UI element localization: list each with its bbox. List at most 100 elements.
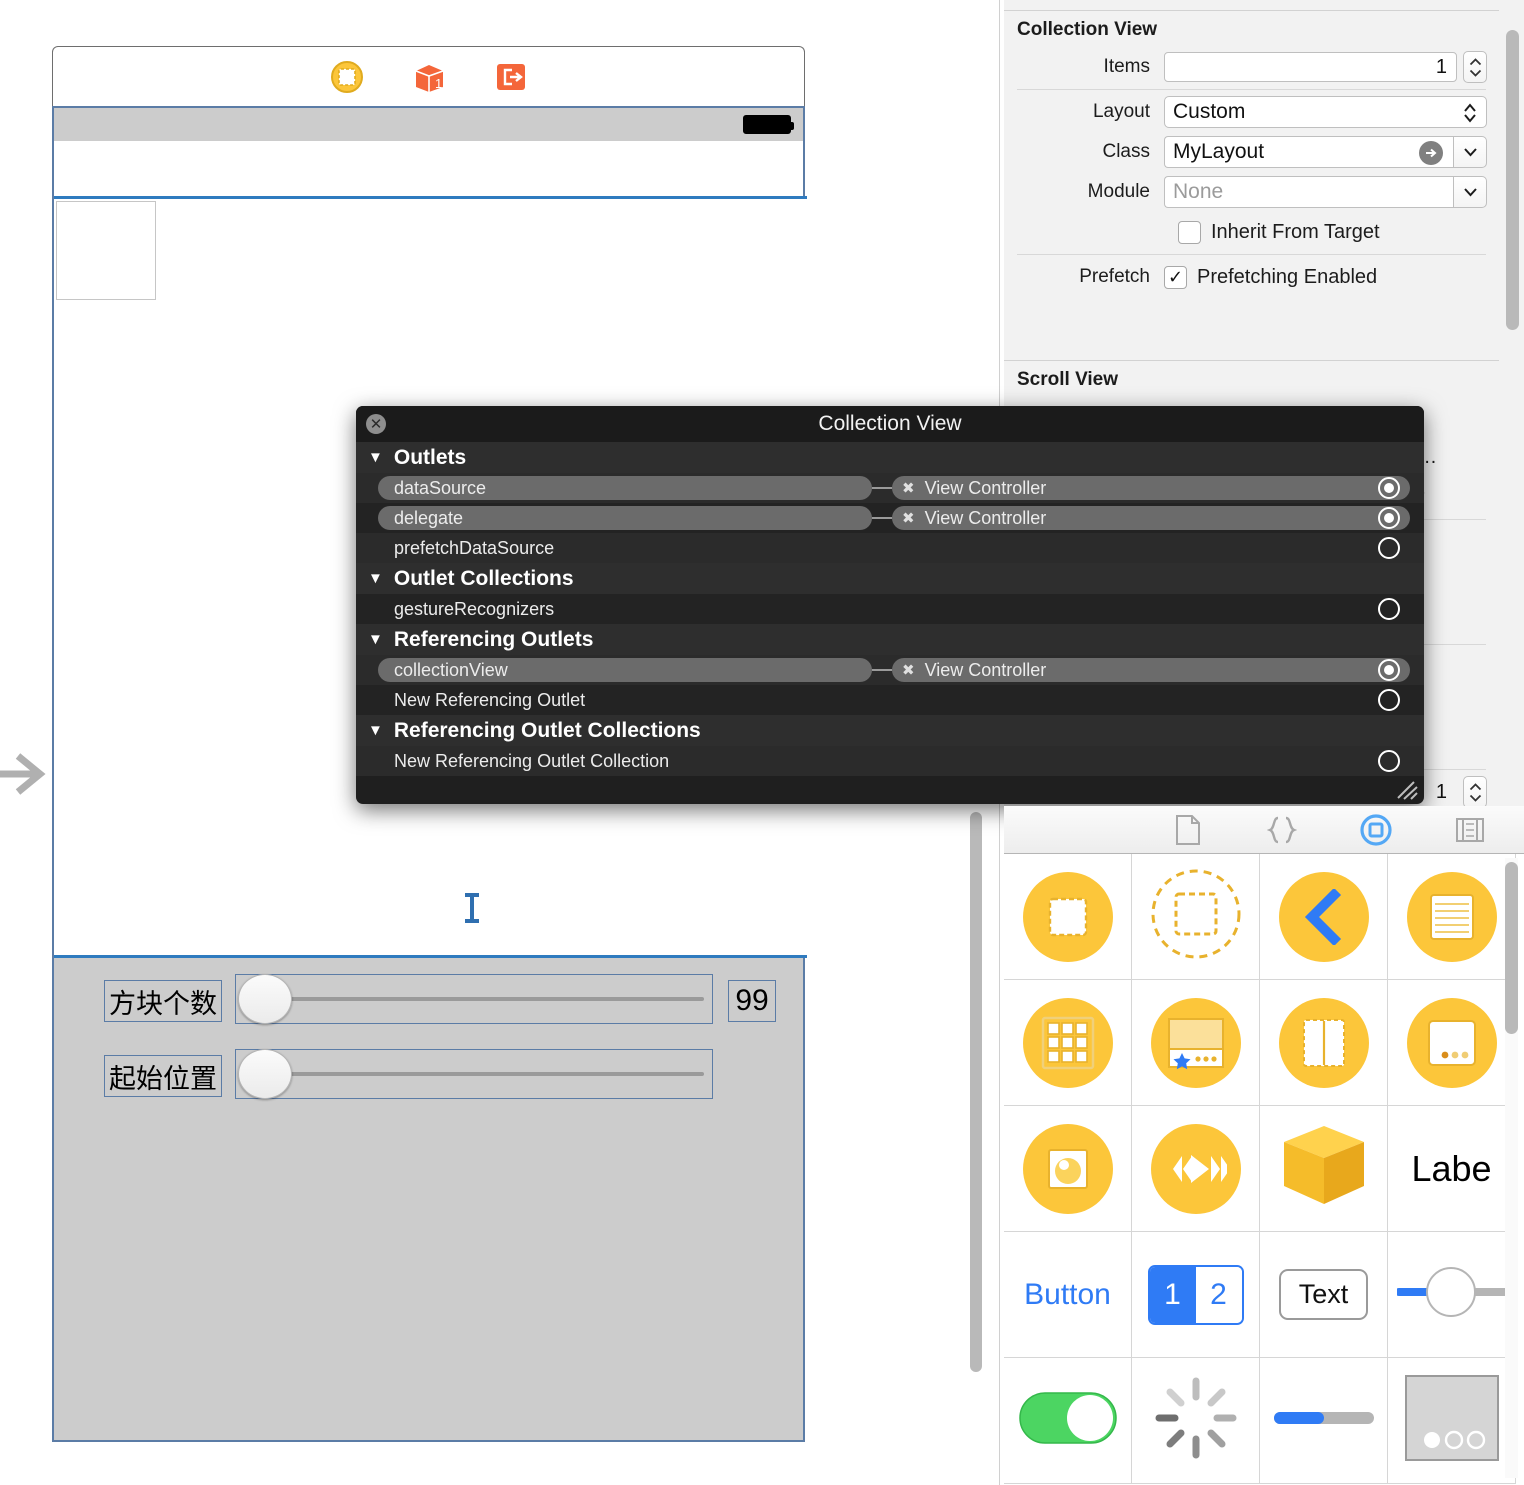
library-item[interactable] — [1388, 854, 1516, 980]
hud-row-collectionview[interactable]: collectionView ✖ View Controller — [356, 655, 1424, 685]
layout-row[interactable]: Layout Custom — [1004, 92, 1499, 132]
switch-icon[interactable] — [1018, 1389, 1118, 1452]
code-snippet-library-icon[interactable] — [1265, 813, 1299, 847]
disclosure-triangle-icon[interactable]: ▼ — [368, 631, 383, 648]
hud-title-bar[interactable]: ✕ Collection View — [356, 406, 1424, 442]
library-item[interactable] — [1132, 1106, 1260, 1232]
library-item[interactable] — [1260, 1358, 1388, 1484]
class-row[interactable]: Class MyLayout — [1004, 132, 1499, 172]
library-item[interactable] — [1132, 854, 1260, 980]
segment-2[interactable]: 2 — [1195, 1266, 1242, 1323]
layout-popup[interactable]: Custom — [1164, 96, 1487, 128]
inspector-scroll-thumb[interactable] — [1506, 30, 1519, 330]
table-view-icon[interactable] — [1406, 871, 1497, 962]
library-item[interactable]: Text — [1260, 1232, 1388, 1358]
connection-socket[interactable] — [1378, 750, 1400, 772]
class-input[interactable]: MyLayout — [1164, 136, 1453, 168]
outlet-name[interactable]: prefetchDataSource — [356, 536, 884, 560]
exit-icon[interactable] — [493, 59, 529, 95]
first-responder-icon[interactable]: 1 — [411, 59, 447, 95]
chevron-up-icon[interactable] — [1469, 57, 1482, 66]
collection-view-cell[interactable] — [56, 201, 156, 300]
class-dropdown-button[interactable] — [1453, 136, 1487, 168]
library-tab-bar[interactable] — [1004, 806, 1524, 854]
items-input[interactable]: 1 — [1164, 52, 1457, 82]
segmented-control-icon[interactable]: 1 2 — [1147, 1264, 1244, 1325]
inherit-row[interactable]: Inherit From Target — [1004, 212, 1499, 252]
prefetch-checkbox[interactable]: ✓ — [1164, 265, 1187, 289]
disconnect-icon[interactable]: ✖ — [902, 479, 915, 497]
disconnect-icon[interactable]: ✖ — [902, 661, 915, 679]
module-input[interactable]: None — [1164, 176, 1453, 208]
text-field-icon[interactable]: Text — [1278, 1269, 1369, 1320]
collection-view-icon[interactable] — [1022, 997, 1113, 1088]
prefetch-row[interactable]: Prefetch ✓ Prefetching Enabled — [1004, 257, 1499, 297]
canvas-vertical-scrollbar[interactable] — [970, 812, 982, 1372]
label-start-position[interactable]: 起始位置 — [104, 1055, 222, 1097]
library-item[interactable] — [1260, 980, 1388, 1106]
object-library[interactable]: Labe Button 1 2 Text — [1004, 806, 1524, 1485]
label-block-count[interactable]: 方块个数 — [104, 980, 222, 1022]
jump-to-definition-icon[interactable] — [1419, 141, 1443, 165]
disclosure-triangle-icon[interactable]: ▼ — [368, 570, 383, 587]
page-control-icon[interactable] — [1404, 1374, 1500, 1467]
disclosure-triangle-icon[interactable]: ▼ — [368, 449, 383, 466]
view-controller-icon[interactable] — [329, 59, 365, 95]
library-item[interactable] — [1260, 1106, 1388, 1232]
library-item[interactable] — [1004, 980, 1132, 1106]
segment-1[interactable]: 1 — [1149, 1266, 1196, 1323]
library-item[interactable] — [1004, 1358, 1132, 1484]
label-icon[interactable]: Labe — [1411, 1148, 1491, 1190]
library-item[interactable]: Labe — [1388, 1106, 1516, 1232]
chevron-down-icon[interactable] — [1463, 147, 1478, 157]
slider-icon[interactable] — [1394, 1262, 1509, 1327]
object-cube-icon[interactable] — [1276, 1120, 1372, 1217]
connected-object[interactable]: ✖ View Controller — [892, 476, 1410, 500]
slider-block-count[interactable] — [235, 974, 713, 1024]
module-dropdown-button[interactable] — [1453, 176, 1487, 208]
outlet-name[interactable]: delegate — [378, 506, 872, 530]
controls-container[interactable]: 方块个数 99 起始位置 — [54, 958, 803, 1440]
module-row[interactable]: Module None — [1004, 172, 1499, 212]
hud-row-new-referencing-outlet[interactable]: New Referencing Outlet — [356, 685, 1424, 715]
connection-socket[interactable] — [1378, 507, 1400, 529]
progress-view-icon[interactable] — [1273, 1408, 1374, 1433]
hud-group-outlet-collections[interactable]: ▼ Outlet Collections — [356, 563, 1424, 594]
image-view-icon[interactable] — [1022, 1123, 1113, 1214]
inherit-checkbox[interactable] — [1178, 220, 1201, 244]
hud-row-gesturerecognizers[interactable]: gestureRecognizers — [356, 594, 1424, 624]
connection-socket[interactable] — [1378, 689, 1400, 711]
button-icon[interactable]: Button — [1024, 1278, 1111, 1312]
hud-group-referencing-outlets[interactable]: ▼ Referencing Outlets — [356, 624, 1424, 655]
items-stepper[interactable] — [1463, 51, 1487, 83]
hud-row-new-referencing-outlet-collection[interactable]: New Referencing Outlet Collection — [356, 746, 1424, 776]
library-item[interactable] — [1388, 1358, 1516, 1484]
connection-socket[interactable] — [1378, 477, 1400, 499]
chevron-down-icon[interactable] — [1463, 187, 1478, 197]
items-row[interactable]: Items 1 — [1004, 47, 1499, 87]
library-item[interactable] — [1004, 854, 1132, 980]
library-item-grid[interactable]: Labe Button 1 2 Text — [1004, 854, 1516, 1484]
hud-row-prefetchdatasource[interactable]: prefetchDataSource — [356, 533, 1424, 563]
outlet-name[interactable]: dataSource — [378, 476, 872, 500]
hud-group-referencing-outlet-collections[interactable]: ▼ Referencing Outlet Collections — [356, 715, 1424, 746]
slider-knob[interactable] — [238, 974, 292, 1024]
slider-start-position[interactable] — [235, 1049, 713, 1099]
chevron-down-icon[interactable] — [1469, 794, 1482, 802]
page-control-view-icon[interactable] — [1406, 997, 1497, 1088]
outlet-name[interactable]: New Referencing Outlet Collection — [356, 749, 976, 773]
connected-object[interactable]: ✖ View Controller — [892, 658, 1410, 682]
resize-grip-icon[interactable] — [1394, 780, 1418, 800]
library-item[interactable] — [1004, 1106, 1132, 1232]
zoom-stepper[interactable] — [1463, 776, 1487, 808]
outlet-name[interactable]: gestureRecognizers — [356, 597, 884, 621]
navigation-back-icon[interactable] — [1278, 871, 1369, 962]
connection-socket[interactable] — [1378, 598, 1400, 620]
library-item[interactable] — [1260, 854, 1388, 980]
container-view-icon[interactable] — [1150, 868, 1242, 965]
file-template-library-icon[interactable] — [1171, 813, 1205, 847]
hud-row-datasource[interactable]: dataSource ✖ View Controller — [356, 473, 1424, 503]
chevron-down-icon[interactable] — [1469, 69, 1482, 77]
library-item[interactable] — [1388, 1232, 1516, 1358]
library-item[interactable] — [1388, 980, 1516, 1106]
